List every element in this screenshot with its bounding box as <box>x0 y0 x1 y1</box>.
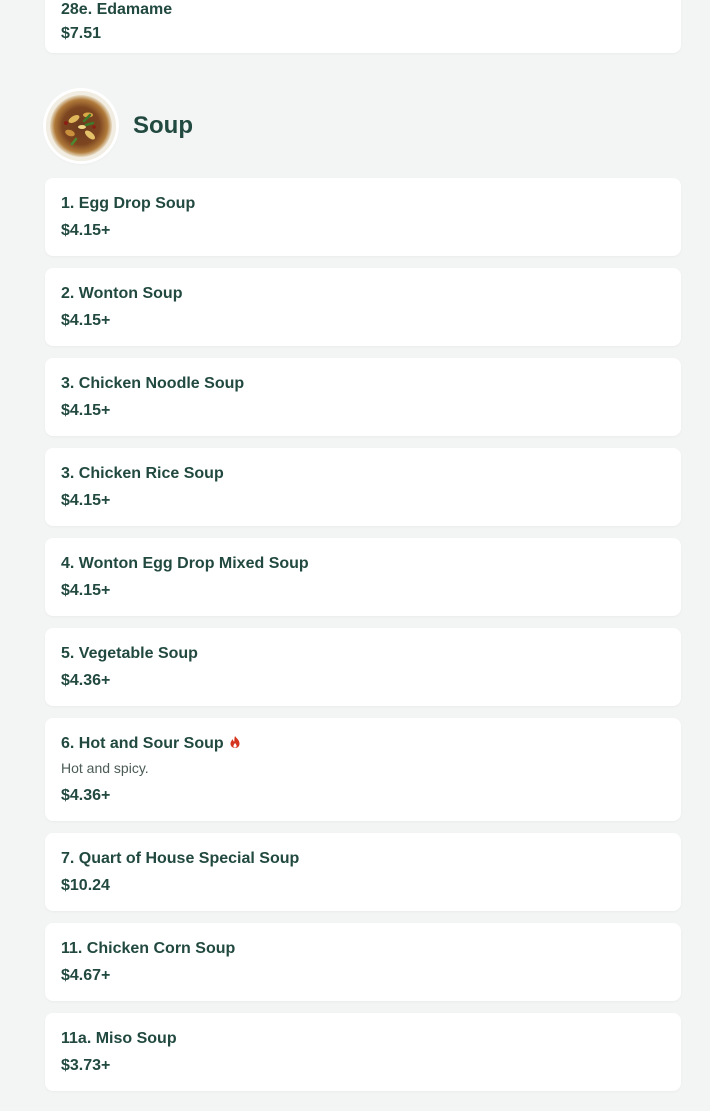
item-name: 2. Wonton Soup <box>61 285 183 302</box>
item-name: 3. Chicken Rice Soup <box>61 465 224 482</box>
menu-item-card[interactable]: 3. Chicken Rice Soup $4.15+ <box>45 448 681 526</box>
item-price: $3.73+ <box>61 1057 111 1074</box>
item-price: $7.51 <box>61 25 102 42</box>
item-name: 3. Chicken Noodle Soup <box>61 375 245 392</box>
item-name: 6. Hot and Sour Soup <box>61 735 224 752</box>
menu-item-card[interactable]: 3. Chicken Noodle Soup $4.15+ <box>45 358 681 436</box>
item-price: $4.67+ <box>61 967 111 984</box>
item-price: $4.15+ <box>61 312 111 329</box>
item-name: 11a. Miso Soup <box>61 1030 177 1047</box>
soup-bowl-image <box>46 91 116 161</box>
menu-item-card[interactable]: 7. Quart of House Special Soup $10.24 <box>45 833 681 911</box>
item-description: Hot and spicy. <box>61 760 149 776</box>
item-name: 11. Chicken Corn Soup <box>61 940 236 957</box>
item-name: 7. Quart of House Special Soup <box>61 850 300 867</box>
menu-item-card[interactable]: 11. Chicken Corn Soup $4.67+ <box>45 923 681 1001</box>
item-name: 1. Egg Drop Soup <box>61 195 196 212</box>
section-title: Soup <box>133 112 193 139</box>
item-price: $4.15+ <box>61 222 111 239</box>
menu-item-card[interactable]: 1. Egg Drop Soup $4.15+ <box>45 178 681 256</box>
item-name: 28e. Edamame <box>61 1 173 18</box>
menu-item-card[interactable]: 2. Wonton Soup $4.15+ <box>45 268 681 346</box>
item-price: $10.24 <box>61 877 110 894</box>
item-price: $4.15+ <box>61 402 111 419</box>
item-name-row: 6. Hot and Sour Soup <box>61 734 665 753</box>
menu-item-card[interactable]: 11a. Miso Soup $3.73+ <box>45 1013 681 1091</box>
menu-item-card[interactable]: 28e. Edamame $7.51 <box>45 0 681 53</box>
item-price: $4.36+ <box>61 787 111 804</box>
menu-item-card[interactable]: 6. Hot and Sour Soup Hot and spicy. $4.3… <box>45 718 681 821</box>
item-name: 5. Vegetable Soup <box>61 645 198 662</box>
item-price: $4.15+ <box>61 582 111 599</box>
menu-item-card[interactable]: 4. Wonton Egg Drop Mixed Soup $4.15+ <box>45 538 681 616</box>
section-header: Soup <box>45 90 193 162</box>
item-name: 4. Wonton Egg Drop Mixed Soup <box>61 555 309 572</box>
spicy-flame-icon <box>228 735 242 749</box>
item-price: $4.36+ <box>61 672 111 689</box>
item-price: $4.15+ <box>61 492 111 509</box>
menu-item-card[interactable]: 5. Vegetable Soup $4.36+ <box>45 628 681 706</box>
